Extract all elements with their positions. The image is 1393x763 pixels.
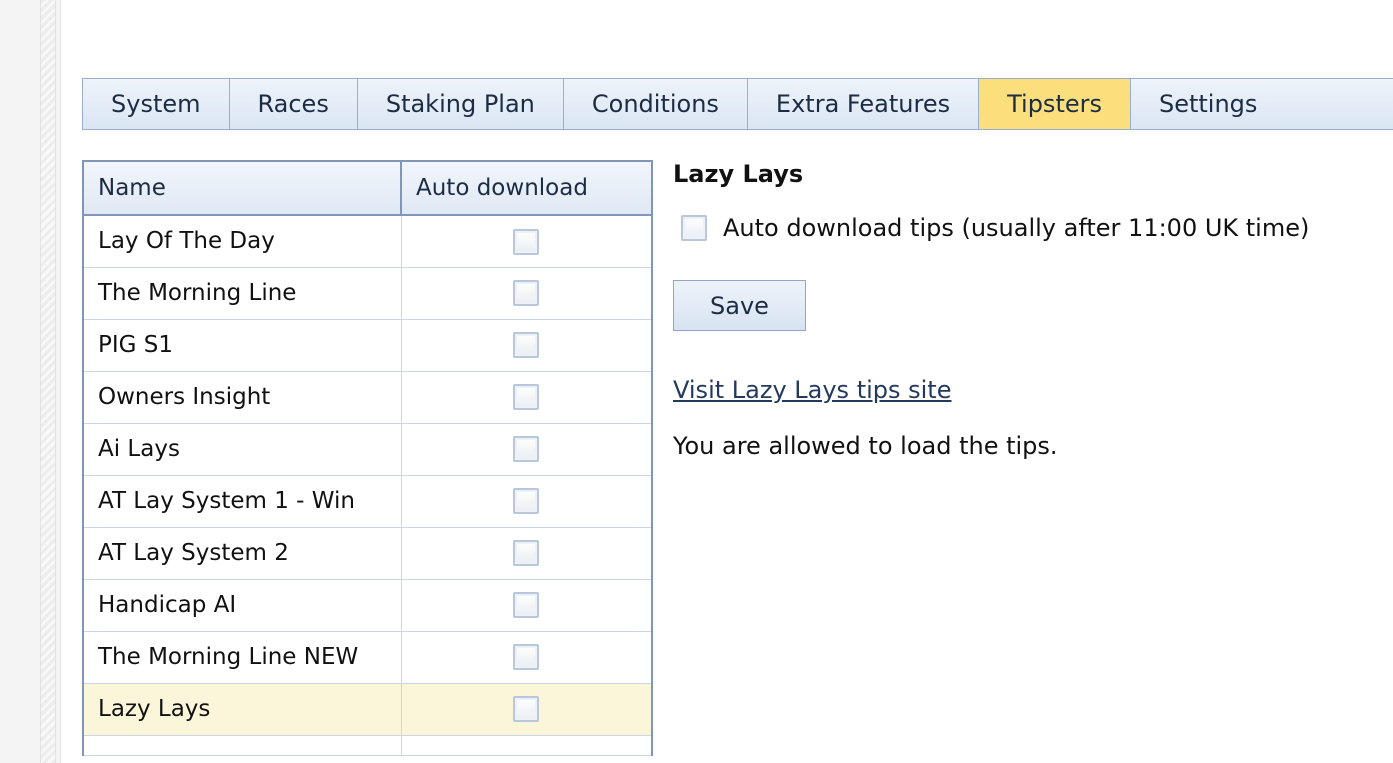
table-row[interactable]: Lay Of The Day [82,214,653,268]
tab-extra-features[interactable]: Extra Features [748,79,980,129]
save-button[interactable]: Save [673,280,806,331]
tipster-name[interactable] [82,734,402,756]
table-row[interactable]: AT Lay System 2 [82,526,653,580]
table-row-partial[interactable] [82,734,653,756]
table-row[interactable]: Handicap AI [82,578,653,632]
tab-races[interactable]: Races [230,79,358,129]
auto-download-tips-label[interactable]: Auto download tips (usually after 11:00 … [723,214,1309,242]
auto-download-cell [400,422,653,476]
tipster-name[interactable]: Owners Insight [82,370,402,424]
table-row[interactable]: Ai Lays [82,422,653,476]
table-row[interactable]: The Morning Line [82,266,653,320]
auto-download-checkbox[interactable] [513,280,540,307]
auto-download-option: Auto download tips (usually after 11:00 … [681,214,1309,242]
auto-download-cell [400,734,653,756]
tipster-name[interactable]: PIG S1 [82,318,402,372]
auto-download-cell [400,630,653,684]
tipster-name[interactable]: The Morning Line NEW [82,630,402,684]
tab-conditions[interactable]: Conditions [564,79,748,129]
table-row[interactable]: PIG S1 [82,318,653,372]
tipster-name[interactable]: Ai Lays [82,422,402,476]
table-row-selected[interactable]: Lazy Lays [82,682,653,736]
table-row[interactable]: Owners Insight [82,370,653,424]
column-header-name[interactable]: Name [82,160,402,216]
auto-download-cell [400,526,653,580]
auto-download-checkbox[interactable] [513,644,540,671]
auto-download-cell [400,682,653,736]
tab-bar: System Races Staking Plan Conditions Ext… [82,78,1393,130]
tipster-name[interactable]: The Morning Line [82,266,402,320]
auto-download-cell [400,266,653,320]
auto-download-tips-checkbox[interactable] [681,215,707,241]
table-row[interactable]: AT Lay System 1 - Win [82,474,653,528]
tab-system[interactable]: System [83,79,230,129]
column-header-auto-download[interactable]: Auto download [400,160,653,216]
status-text: You are allowed to load the tips. [673,432,1058,460]
auto-download-checkbox[interactable] [513,384,540,411]
tipster-name[interactable]: AT Lay System 1 - Win [82,474,402,528]
auto-download-cell [400,214,653,268]
tab-staking-plan[interactable]: Staking Plan [358,79,564,129]
auto-download-cell [400,370,653,424]
tipster-name[interactable]: Lay Of The Day [82,214,402,268]
tab-settings[interactable]: Settings [1131,79,1285,129]
auto-download-cell [400,474,653,528]
tipster-detail-title: Lazy Lays [673,160,804,188]
tab-tipsters[interactable]: Tipsters [979,79,1131,129]
auto-download-checkbox[interactable] [513,592,540,619]
auto-download-checkbox[interactable] [513,696,540,723]
auto-download-checkbox[interactable] [513,540,540,567]
tipsters-table: Name Auto download Lay Of The Day The Mo… [82,160,653,756]
auto-download-checkbox[interactable] [513,228,540,255]
auto-download-cell [400,578,653,632]
visit-tips-site-link[interactable]: Visit Lazy Lays tips site [673,376,951,404]
auto-download-cell [400,318,653,372]
auto-download-checkbox[interactable] [513,436,540,463]
left-scroll-strip [40,0,56,763]
auto-download-checkbox[interactable] [513,488,540,515]
table-row[interactable]: The Morning Line NEW [82,630,653,684]
tipster-name[interactable]: Lazy Lays [82,682,402,736]
tipster-name[interactable]: Handicap AI [82,578,402,632]
table-header-row: Name Auto download [82,160,653,216]
auto-download-checkbox[interactable] [513,332,540,359]
tipster-name[interactable]: AT Lay System 2 [82,526,402,580]
